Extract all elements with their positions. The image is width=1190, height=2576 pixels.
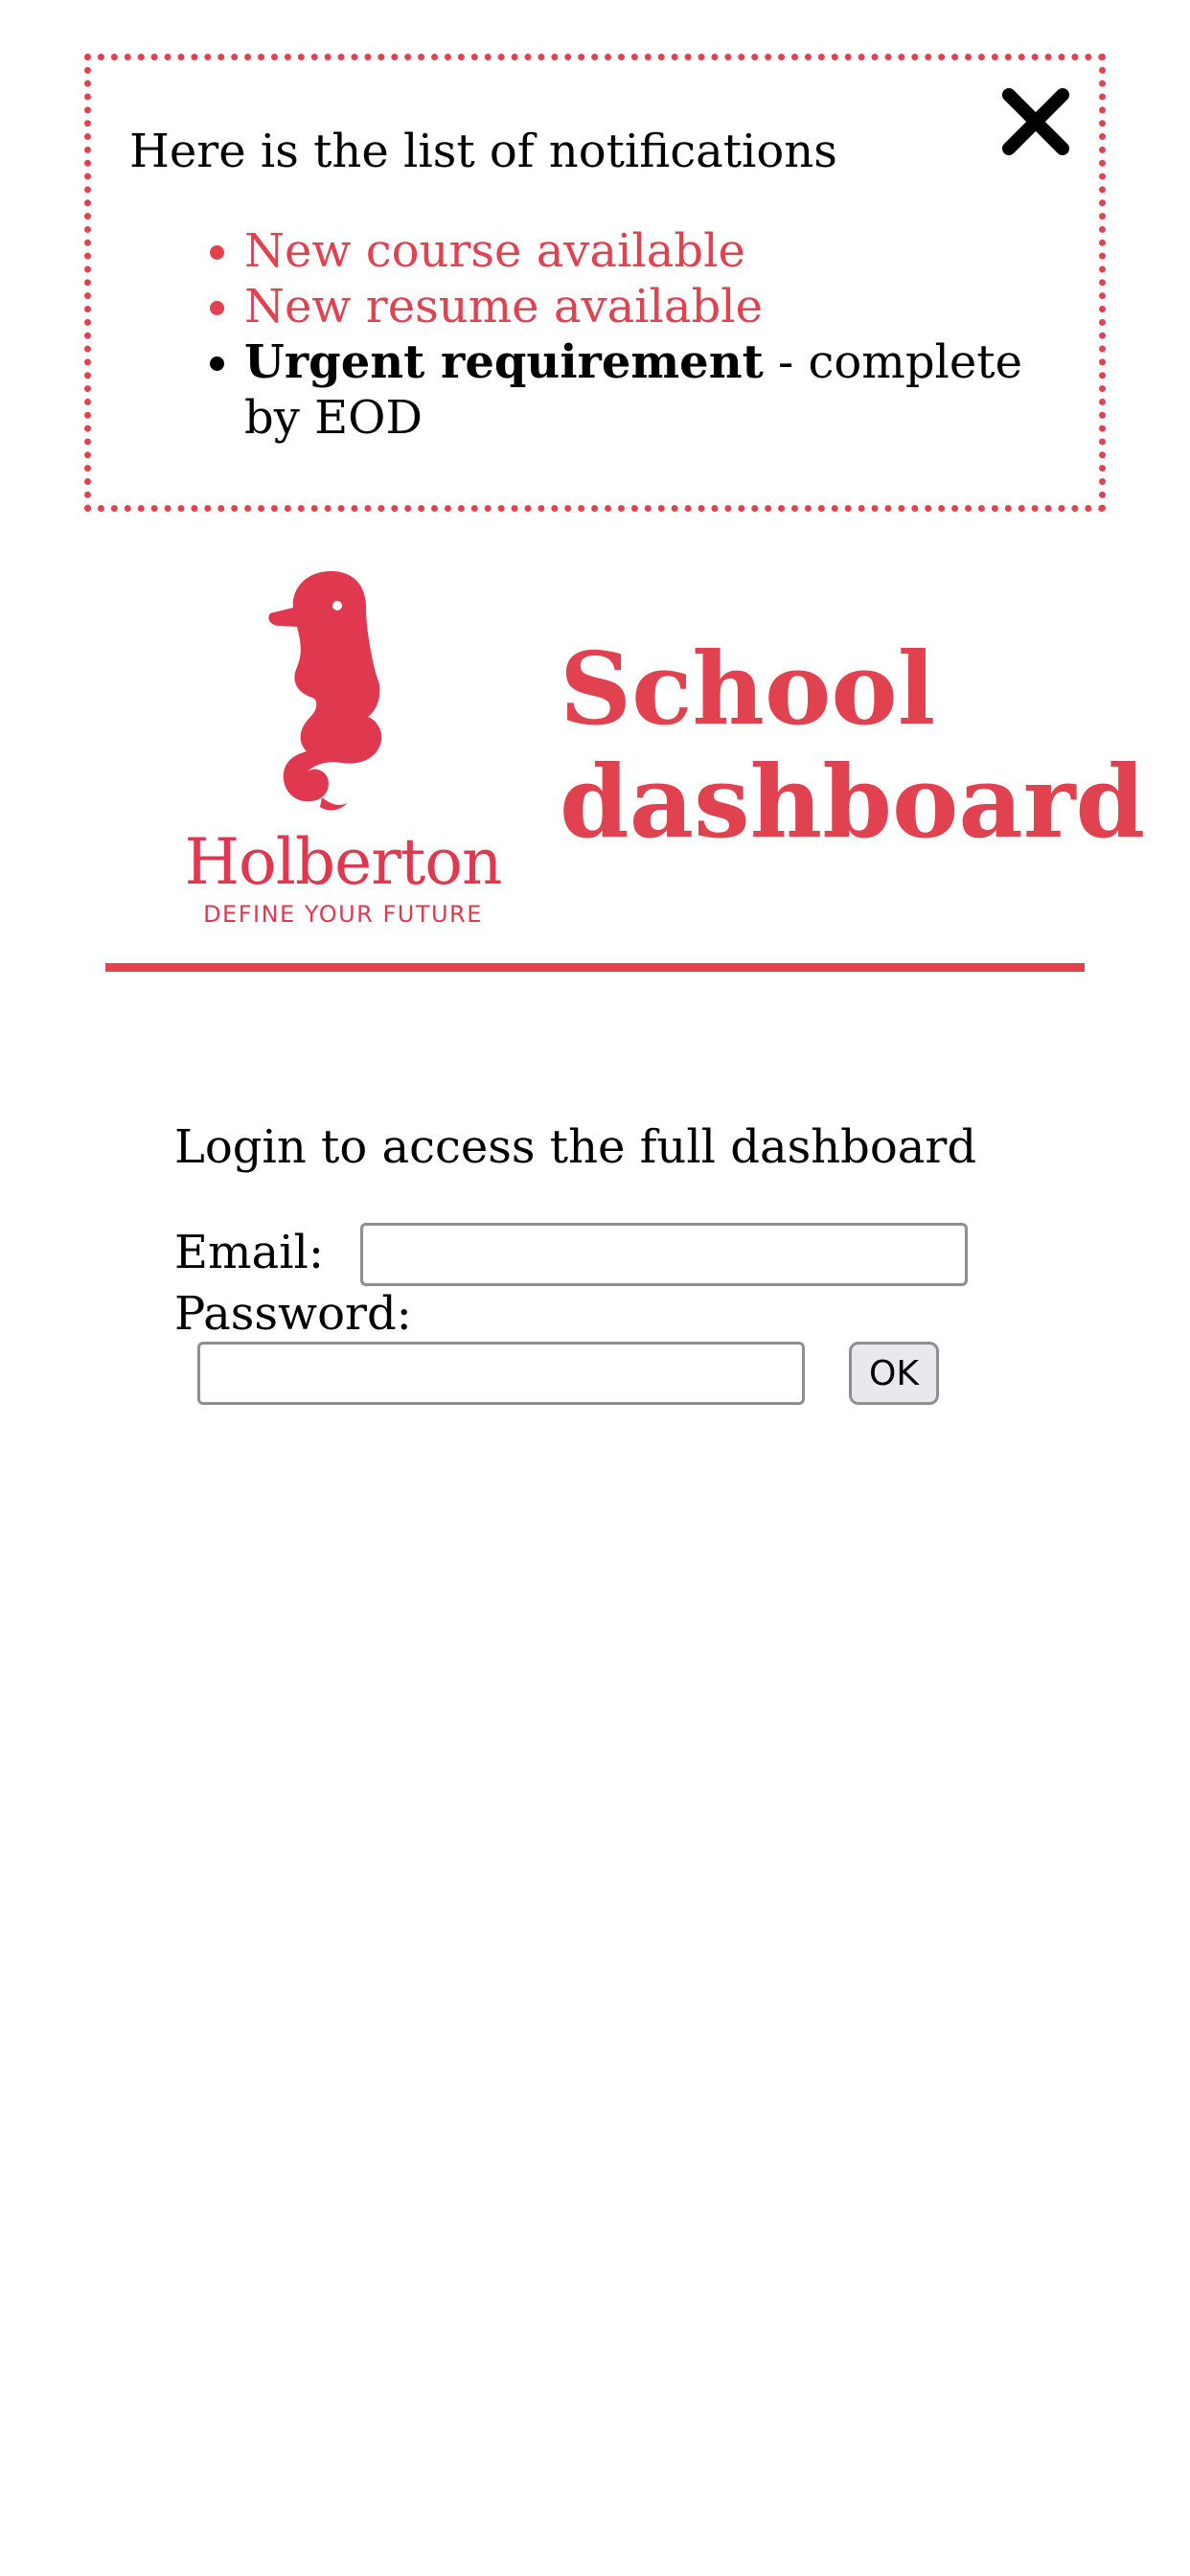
- notifications-title: Here is the list of notifications: [129, 125, 837, 178]
- seahorse-logo-icon: Holberton DEFINE YOUR FUTURE: [184, 571, 503, 928]
- password-field[interactable]: [197, 1342, 805, 1405]
- close-icon: [1002, 88, 1069, 155]
- logo-wordmark: Holberton: [184, 825, 501, 899]
- holberton-logo: Holberton DEFINE YOUR FUTURE: [178, 565, 510, 930]
- notifications-panel: Here is the list of notifications New co…: [84, 54, 1106, 512]
- notification-item[interactable]: New course available: [244, 223, 1087, 279]
- notification-item[interactable]: New resume available: [244, 279, 1087, 334]
- email-label: Email:: [174, 1226, 325, 1279]
- logo-tagline: DEFINE YOUR FUTURE: [203, 901, 483, 928]
- notifications-list: New course available New resume availabl…: [129, 223, 1087, 446]
- notification-item-urgent[interactable]: Urgent requirement - complete by EOD: [244, 334, 1087, 446]
- urgent-label: Urgent requirement: [244, 335, 764, 389]
- password-label: Password:: [174, 1287, 412, 1341]
- ok-button[interactable]: OK: [849, 1342, 939, 1405]
- email-field[interactable]: [360, 1223, 968, 1286]
- header-divider: [105, 963, 1085, 972]
- login-intro: Login to access the full dashboard: [174, 1120, 977, 1174]
- close-button[interactable]: [999, 85, 1072, 158]
- page-title: School dashboard: [560, 630, 1146, 861]
